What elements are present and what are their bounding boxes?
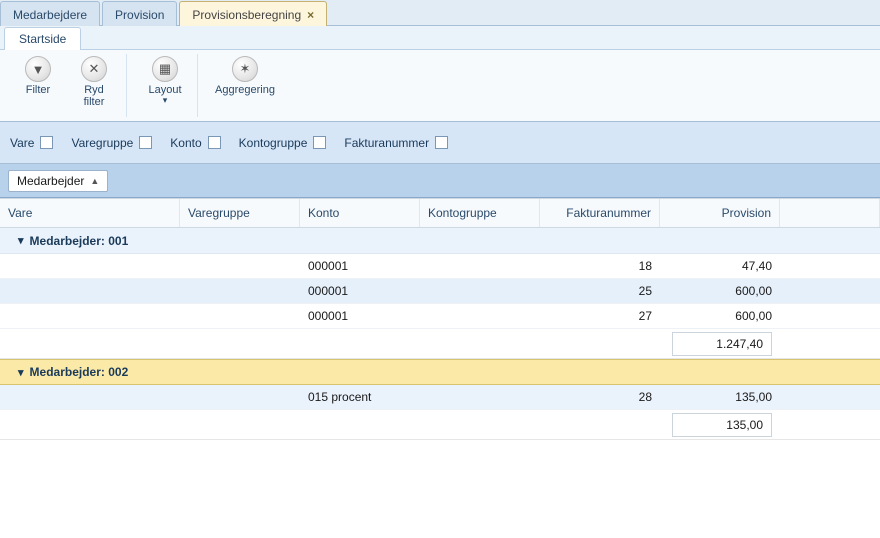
- groupby-chip-medarbejder[interactable]: Medarbejder ▲: [8, 170, 108, 192]
- cell-kontogruppe: [420, 304, 540, 328]
- tab-medarbejdere[interactable]: Medarbejdere: [0, 1, 100, 26]
- cell-varegruppe: [180, 385, 300, 409]
- layout-button[interactable]: ▦ Layout ▾: [139, 54, 191, 117]
- ribbon-group-layout: ▦ Layout ▾: [133, 54, 198, 117]
- tab-label: Provision: [115, 8, 164, 22]
- cell-varegruppe: [180, 304, 300, 328]
- filter-konto-label: Konto: [170, 136, 201, 150]
- filter-varegruppe[interactable]: Varegruppe: [71, 136, 152, 150]
- cell-prov: 600,00: [660, 279, 780, 303]
- col-spacer: [780, 199, 880, 227]
- col-kontogruppe[interactable]: Kontogruppe: [420, 199, 540, 227]
- filter-vare-label: Vare: [10, 136, 34, 150]
- ribbon-group-filter: ▼ Filter ✕ Ryd filter: [6, 54, 127, 117]
- filter-fakturanummer-label: Fakturanummer: [344, 136, 429, 150]
- cell-spacer: [780, 279, 880, 303]
- clear-filter-label: Ryd filter: [84, 84, 105, 108]
- cell-fnr: 25: [540, 279, 660, 303]
- cell-prov: 47,40: [660, 254, 780, 278]
- layout-icon: ▦: [152, 56, 178, 82]
- cell-fnr: 18: [540, 254, 660, 278]
- cell-vare: [0, 385, 180, 409]
- col-provision[interactable]: Provision: [660, 199, 780, 227]
- cell-konto: 000001: [300, 254, 420, 278]
- chevron-down-icon: ▾: [163, 96, 168, 105]
- aggregation-label: Aggregering: [215, 84, 275, 96]
- cell-vare: [0, 254, 180, 278]
- filter-label: Filter: [26, 84, 50, 96]
- cell-konto: 000001: [300, 279, 420, 303]
- cell-spacer: [780, 385, 880, 409]
- subtotal-cell: 1.247,40: [660, 329, 780, 358]
- document-tabs: Medarbejdere Provision Provisionsberegni…: [0, 0, 880, 26]
- expand-icon[interactable]: ▾: [18, 234, 24, 247]
- checkbox-icon[interactable]: [435, 136, 448, 149]
- tab-provisionsberegning[interactable]: Provisionsberegning ×: [179, 1, 327, 26]
- funnel-icon: ▼: [25, 56, 51, 82]
- clear-filter-icon: ✕: [81, 56, 107, 82]
- group-label: Medarbejder: 001: [30, 234, 129, 248]
- table-row[interactable]: 015 procent 28 135,00: [0, 385, 880, 410]
- cell-konto: 000001: [300, 304, 420, 328]
- tab-label: Provisionsberegning: [192, 8, 301, 22]
- ribbon-group-agg: ✶ Aggregering: [204, 54, 286, 117]
- group-header[interactable]: ▾ Medarbejder: 002: [0, 359, 880, 385]
- cell-kontogruppe: [420, 254, 540, 278]
- chevron-up-icon: ▲: [90, 176, 99, 186]
- cell-fnr: 28: [540, 385, 660, 409]
- ribbon-tabs: Startside: [0, 26, 880, 50]
- aggregation-icon: ✶: [232, 56, 258, 82]
- filter-fakturanummer[interactable]: Fakturanummer: [344, 136, 448, 150]
- col-varegruppe[interactable]: Varegruppe: [180, 199, 300, 227]
- cell-varegruppe: [180, 254, 300, 278]
- filter-options-bar: Vare Varegruppe Konto Kontogruppe Faktur…: [0, 122, 880, 164]
- group-label: Medarbejder: 002: [30, 365, 129, 379]
- tab-provision[interactable]: Provision: [102, 1, 177, 26]
- clear-filter-button[interactable]: ✕ Ryd filter: [68, 54, 120, 117]
- subtotal-value: 1.247,40: [672, 332, 772, 356]
- cell-kontogruppe: [420, 279, 540, 303]
- subtotal-cell: 135,00: [660, 410, 780, 439]
- cell-vare: [0, 279, 180, 303]
- cell-spacer: [780, 304, 880, 328]
- cell-vare: [0, 304, 180, 328]
- filter-konto[interactable]: Konto: [170, 136, 220, 150]
- filter-button[interactable]: ▼ Filter: [12, 54, 64, 117]
- ribbon-body: ▼ Filter ✕ Ryd filter ▦ Layout ▾ ✶ Aggre…: [0, 50, 880, 122]
- checkbox-icon[interactable]: [139, 136, 152, 149]
- cell-spacer: [780, 254, 880, 278]
- subtotal-value: 135,00: [672, 413, 772, 437]
- tab-label: Medarbejdere: [13, 8, 87, 22]
- data-grid: Vare Varegruppe Konto Kontogruppe Faktur…: [0, 198, 880, 440]
- filter-varegruppe-label: Varegruppe: [71, 136, 133, 150]
- subtotal-row: 135,00: [0, 410, 880, 440]
- ribbon-tab-startside[interactable]: Startside: [4, 27, 81, 50]
- subtotal-row: 1.247,40: [0, 329, 880, 359]
- filter-kontogruppe-label: Kontogruppe: [239, 136, 308, 150]
- col-vare[interactable]: Vare: [0, 199, 180, 227]
- table-row[interactable]: 000001 18 47,40: [0, 254, 880, 279]
- groupby-bar: Medarbejder ▲: [0, 164, 880, 198]
- expand-icon[interactable]: ▾: [18, 366, 24, 379]
- cell-varegruppe: [180, 279, 300, 303]
- cell-konto: 015 procent: [300, 385, 420, 409]
- filter-kontogruppe[interactable]: Kontogruppe: [239, 136, 327, 150]
- group-header[interactable]: ▾ Medarbejder: 001: [0, 228, 880, 254]
- aggregation-button[interactable]: ✶ Aggregering: [210, 54, 280, 117]
- cell-kontogruppe: [420, 385, 540, 409]
- checkbox-icon[interactable]: [208, 136, 221, 149]
- groupby-chip-label: Medarbejder: [17, 174, 84, 188]
- checkbox-icon[interactable]: [40, 136, 53, 149]
- col-konto[interactable]: Konto: [300, 199, 420, 227]
- close-icon[interactable]: ×: [307, 8, 314, 22]
- table-row[interactable]: 000001 25 600,00: [0, 279, 880, 304]
- grid-header: Vare Varegruppe Konto Kontogruppe Faktur…: [0, 199, 880, 228]
- cell-prov: 600,00: [660, 304, 780, 328]
- checkbox-icon[interactable]: [313, 136, 326, 149]
- col-fakturanummer[interactable]: Fakturanummer: [540, 199, 660, 227]
- filter-vare[interactable]: Vare: [10, 136, 53, 150]
- cell-fnr: 27: [540, 304, 660, 328]
- cell-prov: 135,00: [660, 385, 780, 409]
- table-row[interactable]: 000001 27 600,00: [0, 304, 880, 329]
